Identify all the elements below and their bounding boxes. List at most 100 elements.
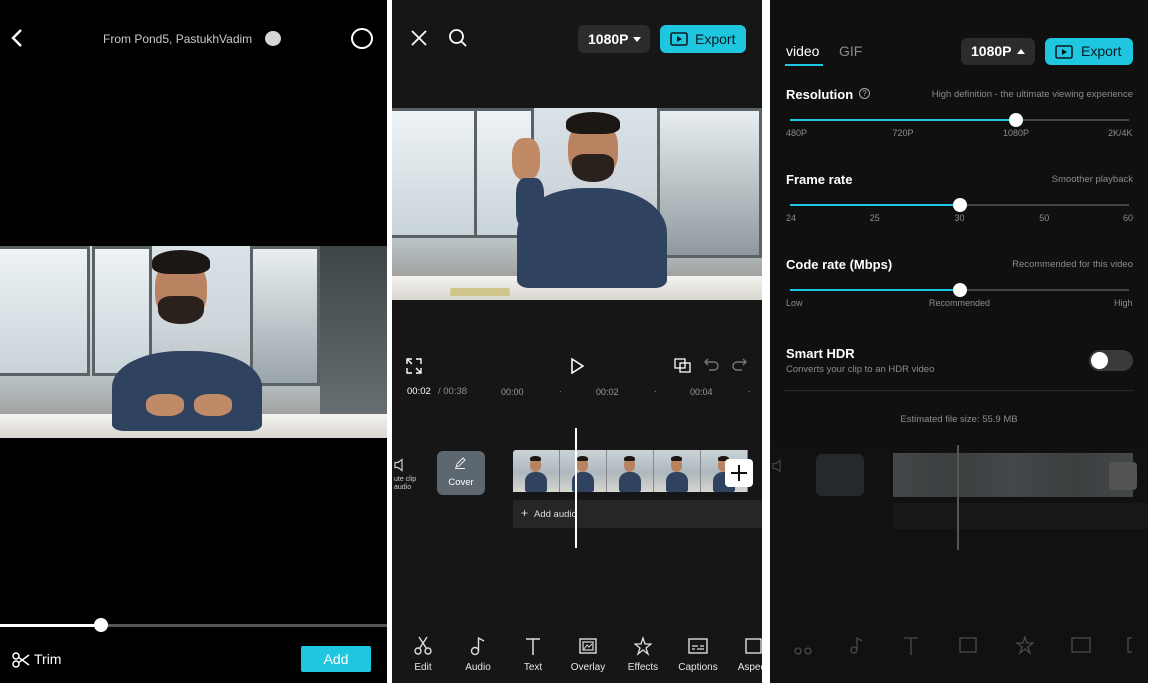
slider-knob[interactable] (952, 198, 967, 212)
pencil-icon (454, 457, 466, 469)
tool-effects[interactable]: Effects (618, 636, 668, 673)
slider-tick-label: 1080P (1003, 128, 1030, 138)
slider-fill (790, 119, 1016, 121)
clip-thumbnail (560, 450, 607, 492)
ruler-tick: 00:00 (501, 387, 524, 397)
caret-down-icon (633, 37, 641, 42)
export-button[interactable]: Export (1045, 38, 1133, 65)
smart-hdr-toggle[interactable] (1089, 350, 1133, 371)
ruler-dot: . (654, 384, 657, 394)
ruler-dot: . (559, 384, 562, 394)
slider-tick-label: 24 (786, 213, 797, 223)
keyframe-icon[interactable] (674, 358, 691, 373)
export-label: Export (695, 31, 736, 47)
scissors-icon (12, 652, 30, 668)
tool-captions[interactable]: Captions (673, 636, 723, 673)
export-button[interactable]: Export (660, 25, 746, 53)
clip-thumbnail (607, 450, 654, 492)
tab-video[interactable]: video (786, 43, 819, 59)
tool-label: Overlay (570, 662, 606, 673)
frame-rate-title: Frame rate (786, 172, 853, 187)
tool-edit[interactable]: Edit (398, 636, 448, 673)
add-audio-track[interactable]: + Add audio (513, 500, 762, 528)
slider-tick-label: Low (786, 298, 803, 308)
playhead-ghost (957, 445, 959, 550)
effects-star-icon (618, 636, 668, 656)
export-icon (1055, 45, 1073, 59)
resolution-title: Resolution (786, 87, 854, 102)
slider-knob[interactable] (1009, 113, 1023, 127)
add-button[interactable]: Add (301, 646, 371, 672)
fullscreen-icon[interactable] (406, 358, 422, 374)
tool-label: Aspect (737, 662, 762, 673)
ruler-tick: 00:04 (690, 387, 713, 397)
playhead[interactable] (575, 428, 577, 548)
slider-tick-label: 50 (1039, 213, 1050, 223)
audio-track-ghost (893, 503, 1148, 529)
frame-rate-hint: Smoother playback (1051, 174, 1133, 185)
total-time: / 00:38 (438, 386, 468, 397)
tool-label: Captions (678, 662, 718, 673)
overlay-icon (563, 636, 613, 656)
code-rate-title: Code rate (Mbps) (786, 257, 893, 272)
tool-label: Effects (627, 662, 659, 673)
tool-label: Text (523, 662, 543, 673)
trim-label: Trim (34, 651, 62, 667)
aspect-icon (728, 636, 762, 656)
redo-icon[interactable] (732, 358, 747, 372)
smart-hdr-title: Smart HDR (786, 346, 855, 361)
slider-tick-label: High (1114, 298, 1133, 308)
video-preview (392, 108, 762, 300)
scissors-icon (398, 636, 448, 656)
editor-panel: 1080P Export 00:02 / 00:38 00:00 . 00:02… (392, 0, 762, 683)
slider-tick-label: 60 (1123, 213, 1134, 223)
plus-icon (731, 465, 747, 481)
smart-hdr-subtitle: Converts your clip to an HDR video (786, 364, 935, 375)
help-icon[interactable]: ? (859, 88, 870, 99)
speaker-icon (394, 458, 424, 472)
tool-text[interactable]: Text (508, 636, 558, 673)
mute-clip-audio-button[interactable]: ute clip audio (394, 458, 424, 492)
speaker-icon (772, 459, 788, 473)
search-icon[interactable] (448, 28, 468, 48)
current-time: 00:02 (407, 386, 431, 397)
tool-label: Edit (414, 662, 432, 673)
scrub-handle[interactable] (93, 618, 108, 632)
video-preview (0, 246, 387, 438)
tab-underline (785, 64, 823, 66)
add-clip-button[interactable] (725, 459, 753, 487)
export-icon (670, 32, 688, 46)
select-circle-icon[interactable] (351, 28, 373, 49)
resolution-hint: High definition - the ultimate viewing e… (931, 89, 1133, 100)
cover-button[interactable]: Cover (437, 451, 485, 495)
slider-tick-label: 25 (869, 213, 880, 223)
clip-thumbnail (654, 450, 701, 492)
ruler-tick: 00:02 (596, 387, 619, 397)
resolution-dropdown[interactable]: 1080P (578, 25, 650, 53)
slider-knob[interactable] (952, 283, 967, 297)
estimated-file-size: Estimated file size: 55.9 MB (900, 414, 1018, 425)
plus-icon (1109, 462, 1137, 490)
caret-up-icon (1017, 49, 1025, 54)
divider (784, 390, 1134, 391)
music-note-icon (453, 636, 503, 656)
slider-tick-label: 2K/4K (1108, 128, 1133, 138)
slider-tick-label: Recommended (929, 298, 991, 308)
source-credit: From Pond5, PastukhVadim (103, 32, 253, 46)
toggle-knob (1091, 352, 1108, 369)
scrub-progress (0, 624, 101, 627)
back-arrow-icon[interactable] (8, 28, 26, 48)
tool-overlay[interactable]: Overlay (563, 636, 613, 673)
tab-gif[interactable]: GIF (839, 43, 862, 59)
tool-audio[interactable]: Audio (453, 636, 503, 673)
resolution-dropdown[interactable]: 1080P (961, 38, 1035, 65)
plus-icon: + (521, 506, 529, 520)
undo-icon[interactable] (704, 358, 719, 372)
tool-aspect[interactable]: Aspect (728, 636, 762, 673)
play-icon[interactable] (570, 358, 584, 374)
close-icon[interactable] (410, 29, 428, 47)
export-label: Export (1081, 43, 1122, 59)
add-audio-label: Add audio (534, 509, 577, 520)
slider-tick-label: 480P (786, 128, 808, 138)
dimmed-editor-backdrop (770, 445, 1148, 683)
